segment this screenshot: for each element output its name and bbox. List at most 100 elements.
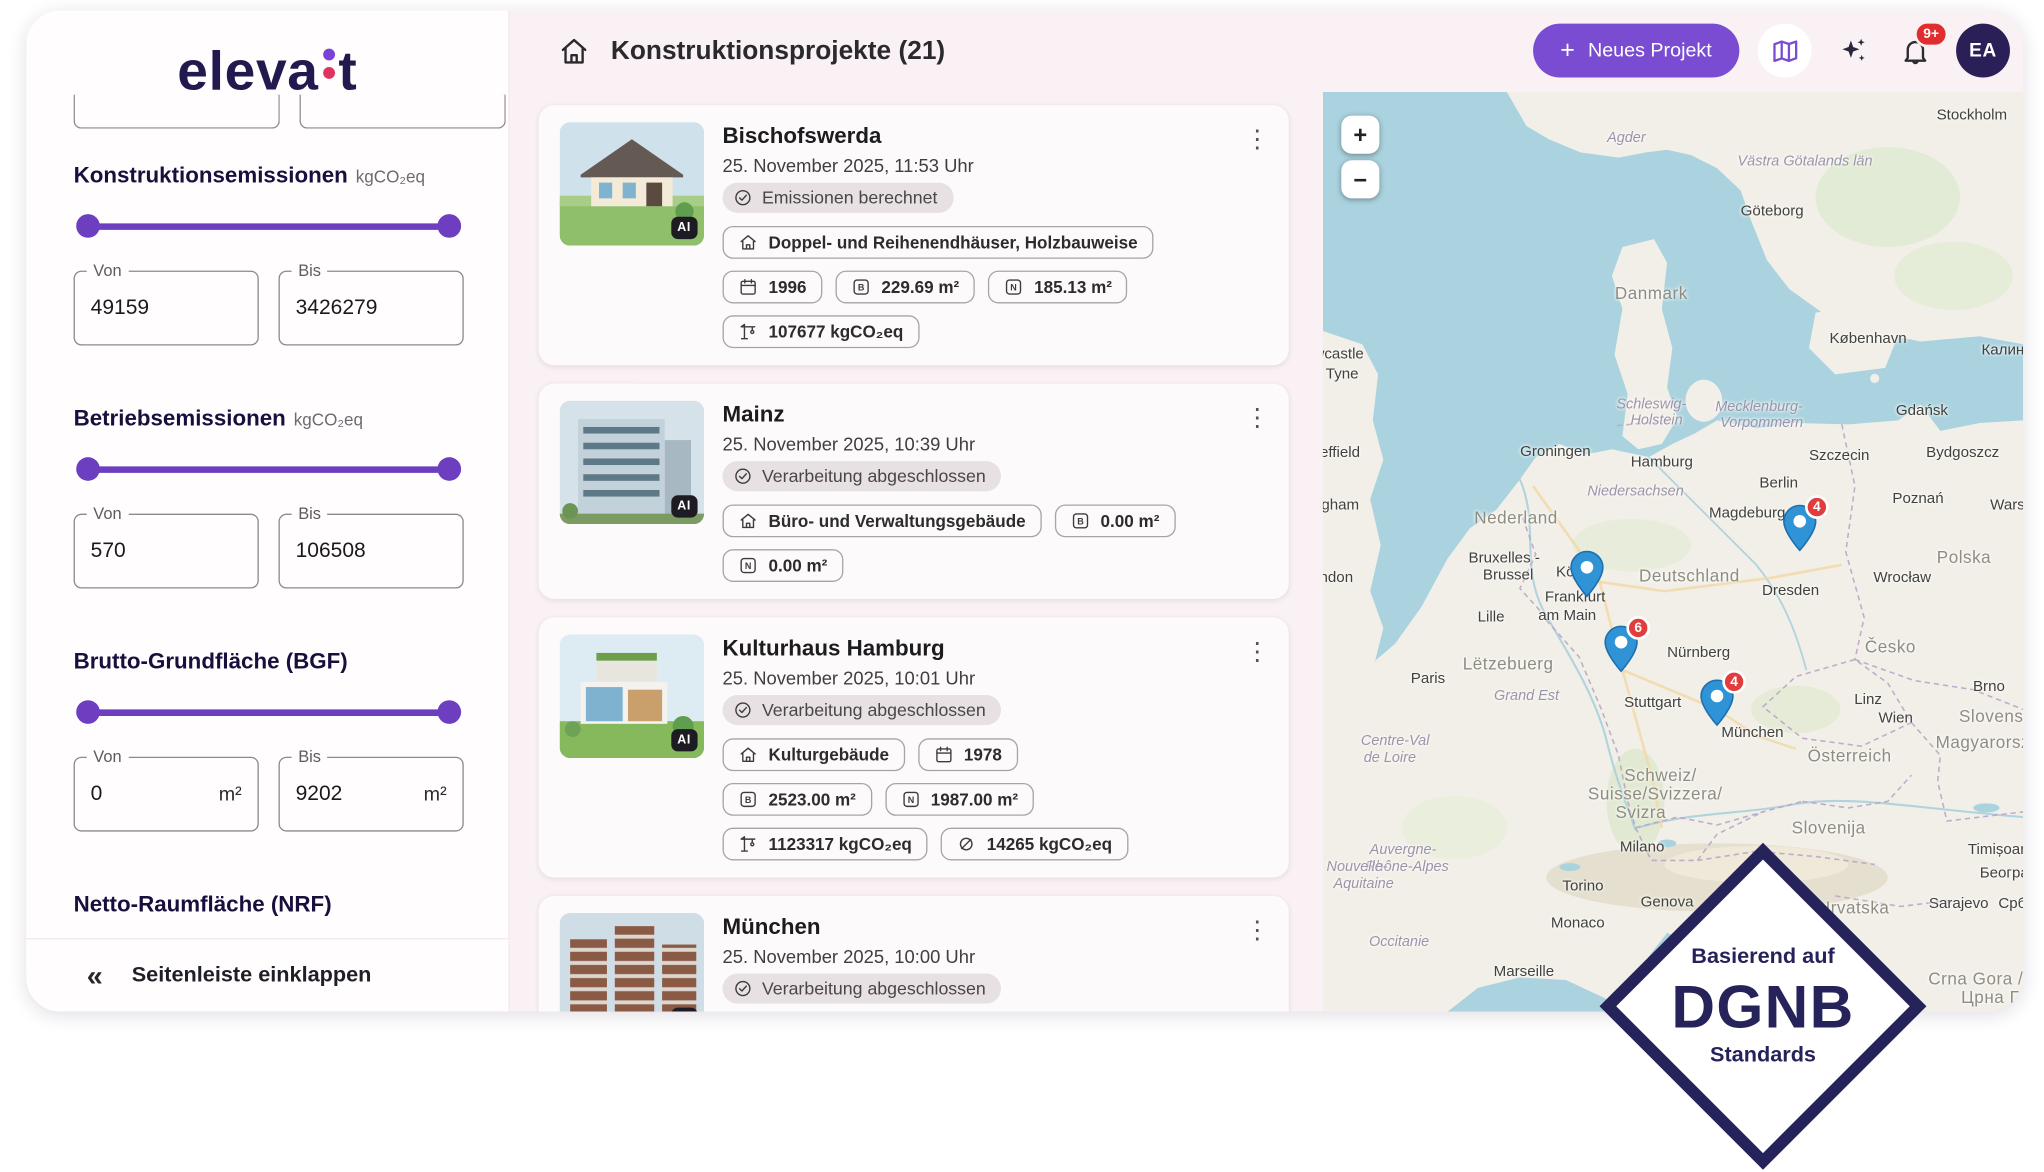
- map-label: Brno: [1973, 679, 2005, 695]
- slider-track: [84, 223, 453, 229]
- truncated-input-right[interactable]: [300, 95, 506, 129]
- ai-assistant-button[interactable]: [1830, 24, 1875, 78]
- svg-text:N: N: [907, 795, 914, 805]
- chip-row: Kulturgebäude1978: [723, 738, 1268, 771]
- ai-badge: AI: [671, 729, 698, 751]
- project-card[interactable]: AIMainz25. November 2025, 10:39 UhrVerar…: [539, 384, 1289, 599]
- dgnb-line3: Standards: [1710, 1043, 1816, 1068]
- slider-handle-min[interactable]: [76, 457, 100, 481]
- zoom-control: + −: [1341, 116, 1379, 199]
- slider-handle-min[interactable]: [76, 214, 100, 238]
- info-chip: Kulturgebäude: [723, 738, 905, 771]
- new-project-button[interactable]: + Neues Projekt: [1533, 24, 1740, 78]
- map-marker[interactable]: [1570, 550, 1604, 597]
- map-label: Groningen: [1520, 444, 1591, 460]
- range-slider: [81, 214, 455, 238]
- map-label: Occitanie: [1369, 934, 1429, 950]
- project-card[interactable]: AIBischofswerda25. November 2025, 11:53 …: [539, 105, 1289, 365]
- map-label: Grand Est: [1494, 688, 1559, 704]
- card-menu-button[interactable]: ⋮: [1241, 636, 1273, 670]
- slider-track: [84, 466, 453, 472]
- map-label: Berlin: [1759, 476, 1798, 492]
- bgf-icon: B: [1070, 511, 1090, 531]
- map-label: Agder: [1607, 130, 1646, 146]
- map-label: Genova: [1641, 895, 1694, 911]
- home-icon[interactable]: [558, 35, 590, 67]
- von-input[interactable]: [75, 515, 258, 587]
- map-label: Wien: [1878, 711, 1912, 727]
- truncated-input-left[interactable]: [74, 95, 280, 129]
- status-badge: Verarbeitung abgeschlossen: [723, 461, 1002, 491]
- zoom-out-button[interactable]: −: [1341, 160, 1379, 198]
- ai-badge: AI: [671, 1008, 698, 1012]
- header-actions: + Neues Projekt 9+ EA: [1533, 24, 2010, 78]
- chip-label: 185.13 m²: [1034, 277, 1112, 297]
- map-label: Timișoara: [1968, 842, 2023, 858]
- building-type-icon: [738, 233, 758, 253]
- bis-input[interactable]: [280, 515, 463, 587]
- avatar[interactable]: EA: [1956, 24, 2010, 78]
- map-marker[interactable]: 4: [1700, 679, 1734, 726]
- chip-label: 107677 kgCO₂eq: [769, 322, 904, 342]
- status-label: Verarbeitung abgeschlossen: [762, 700, 986, 720]
- plus-icon: +: [1560, 38, 1575, 63]
- bis-field: Bis: [279, 271, 464, 346]
- filter-sidebar: elevat KonstruktionsemissionenkgCO₂eq Vo…: [26, 11, 509, 1012]
- project-image: AI: [560, 913, 705, 1012]
- map-label: Svizra: [1616, 802, 1667, 822]
- map-label: effield: [1323, 445, 1360, 461]
- chip-row: 1123317 kgCO₂eq14265 kgCO₂eq: [723, 828, 1268, 861]
- map-view-button[interactable]: [1758, 24, 1812, 78]
- map-marker[interactable]: 4: [1783, 504, 1817, 551]
- project-card[interactable]: AIMünchen25. November 2025, 10:00 UhrVer…: [539, 896, 1289, 1012]
- crane-icon: [738, 834, 758, 854]
- map-label: Stockholm: [1937, 108, 2008, 124]
- map-label: Срби: [1998, 896, 2023, 912]
- collapse-sidebar-button[interactable]: « Seitenleiste einklappen: [26, 938, 508, 1012]
- chip-row: N0.00 m²: [723, 549, 1268, 582]
- page-title: Konstruktionsprojekte (21): [611, 36, 945, 66]
- chip-label: 0.00 m²: [1101, 511, 1160, 531]
- bgf-icon: B: [738, 790, 758, 810]
- info-chip: Büro- und Verwaltungsgebäude: [723, 504, 1042, 537]
- von-input[interactable]: [75, 272, 258, 344]
- map-label: wcastle: [1323, 347, 1364, 363]
- chip-label: 1123317 kgCO₂eq: [769, 834, 912, 854]
- map-label: Lille: [1478, 610, 1505, 626]
- filter-unit: kgCO₂eq: [356, 167, 425, 187]
- map-label: Suisse/Svizzera/: [1588, 784, 1723, 804]
- map-label: Österreich: [1808, 746, 1892, 766]
- new-project-label: Neues Projekt: [1588, 39, 1712, 61]
- card-menu-button[interactable]: ⋮: [1241, 123, 1273, 157]
- map-label: Västra Götalands län: [1738, 154, 1873, 170]
- content: AI Bischofswerda25. November 2025, 11:53 …: [510, 92, 2023, 1012]
- slider-track: [84, 709, 453, 715]
- slider-handle-max[interactable]: [437, 457, 461, 481]
- project-details: Bischofswerda25. November 2025, 11:53 Uh…: [723, 122, 1268, 348]
- notifications-button[interactable]: 9+: [1893, 24, 1938, 78]
- map-label: München: [1721, 725, 1783, 741]
- map-label: ngham: [1323, 498, 1359, 514]
- map-label: Nouvelle-: [1327, 859, 1388, 875]
- marker-pin-icon: [1570, 550, 1604, 597]
- card-menu-button[interactable]: ⋮: [1241, 914, 1273, 948]
- zoom-in-button[interactable]: +: [1341, 116, 1379, 154]
- map-label: Paris: [1411, 671, 1445, 687]
- von-label: Von: [87, 504, 128, 522]
- slider-handle-max[interactable]: [437, 700, 461, 724]
- map-label: Slovenija: [1792, 818, 1866, 838]
- map-label: Wrocław: [1873, 570, 1931, 586]
- filter-title: BetriebsemissionenkgCO₂eq: [74, 406, 464, 432]
- bis-input[interactable]: [280, 272, 463, 344]
- von-field: Von m²: [74, 757, 259, 832]
- slider-handle-min[interactable]: [76, 700, 100, 724]
- info-chip: 1996: [723, 271, 823, 304]
- map-marker[interactable]: 6: [1604, 625, 1638, 672]
- project-card[interactable]: AIKulturhaus Hamburg25. November 2025, 1…: [539, 617, 1289, 877]
- slider-handle-max[interactable]: [437, 214, 461, 238]
- project-title: Kulturhaus Hamburg: [723, 636, 1268, 662]
- page: elevat KonstruktionsemissionenkgCO₂eq Vo…: [0, 0, 2044, 1172]
- card-menu-button[interactable]: ⋮: [1241, 402, 1273, 436]
- map-label: Magdeburg: [1709, 506, 1785, 522]
- project-date: 25. November 2025, 10:00 Uhr: [723, 946, 1268, 967]
